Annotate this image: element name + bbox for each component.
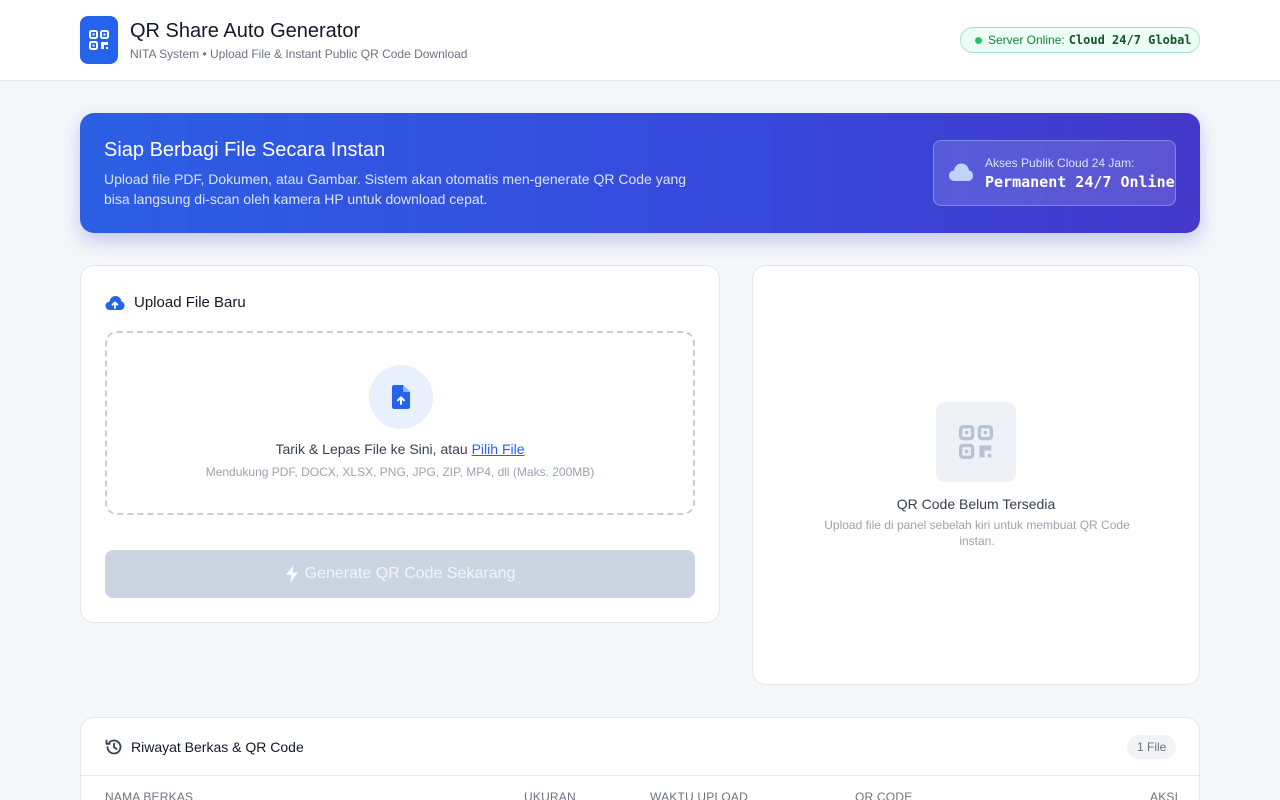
cloud-access-label: Akses Publik Cloud 24 Jam: — [985, 156, 1135, 170]
top-header: QR Share Auto Generator NITA System • Up… — [0, 0, 1280, 81]
server-status-badge: Server Online: Cloud 24/7 Global — [960, 27, 1200, 53]
history-header: Riwayat Berkas & QR Code — [105, 738, 304, 756]
column-header-size: UKURAN — [524, 790, 576, 800]
column-header-upload-time: WAKTU UPLOAD — [650, 790, 748, 800]
cloud-icon — [949, 163, 973, 181]
column-header-actions: AKSI — [1150, 790, 1179, 800]
upload-panel-header: Upload File Baru — [105, 294, 246, 311]
hero-banner: Siap Berbagi File Secara Instan Upload f… — [80, 113, 1200, 233]
lightning-icon — [285, 565, 298, 583]
app-title: QR Share Auto Generator — [130, 20, 361, 42]
cloud-access-value: Permanent 24/7 Online — [985, 173, 1175, 191]
qr-empty-title: QR Code Belum Tersedia — [896, 496, 1056, 512]
dropzone-instruction: Tarik & Lepas File ke Sini, atau — [275, 441, 468, 457]
status-dot-icon — [975, 36, 982, 44]
server-status-label: Server Online: — [988, 33, 1065, 47]
history-title: Riwayat Berkas & QR Code — [131, 739, 304, 755]
dropzone-text: Tarik & Lepas File ke Sini, atau Pilih F… — [107, 441, 693, 457]
dropzone-icon-circle — [369, 365, 433, 429]
generate-qr-button[interactable]: Generate QR Code Sekarang — [105, 550, 695, 598]
file-upload-icon — [392, 385, 410, 409]
file-dropzone[interactable]: Tarik & Lepas File ke Sini, atau Pilih F… — [105, 331, 695, 515]
app-logo — [80, 16, 118, 64]
upload-panel-title: Upload File Baru — [134, 294, 246, 311]
upload-panel: Upload File Baru Tarik & Lepas File ke S… — [80, 265, 720, 623]
cloud-access-card: Akses Publik Cloud 24 Jam: Permanent 24/… — [933, 140, 1176, 206]
column-header-qr-code: QR CODE — [855, 790, 913, 800]
generate-qr-label: Generate QR Code Sekarang — [304, 565, 516, 582]
cloud-upload-icon — [105, 295, 125, 310]
qr-placeholder — [936, 402, 1016, 482]
column-header-filename: NAMA BERKAS — [105, 790, 194, 800]
hero-title: Siap Berbagi File Secara Instan — [104, 139, 386, 161]
hero-description: Upload file PDF, Dokumen, atau Gambar. S… — [104, 171, 687, 207]
file-count-badge: 1 File — [1127, 735, 1177, 759]
app-subtitle: NITA System • Upload File & Instant Publ… — [130, 47, 468, 61]
qr-code-placeholder-icon — [959, 425, 993, 459]
history-icon — [105, 739, 122, 755]
supported-formats-hint: Mendukung PDF, DOCX, XLSX, PNG, JPG, ZIP… — [205, 465, 595, 479]
history-panel: Riwayat Berkas & QR Code 1 File NAMA BER… — [80, 717, 1200, 800]
pick-file-link[interactable]: Pilih File — [472, 441, 525, 457]
server-status-value: Cloud 24/7 Global — [1068, 33, 1192, 47]
qr-empty-description: Upload file di panel sebelah kiri untuk … — [824, 518, 1130, 548]
history-divider — [81, 775, 1199, 776]
qr-preview-panel: QR Code Belum Tersedia Upload file di pa… — [752, 265, 1200, 685]
qr-code-icon — [89, 30, 109, 50]
